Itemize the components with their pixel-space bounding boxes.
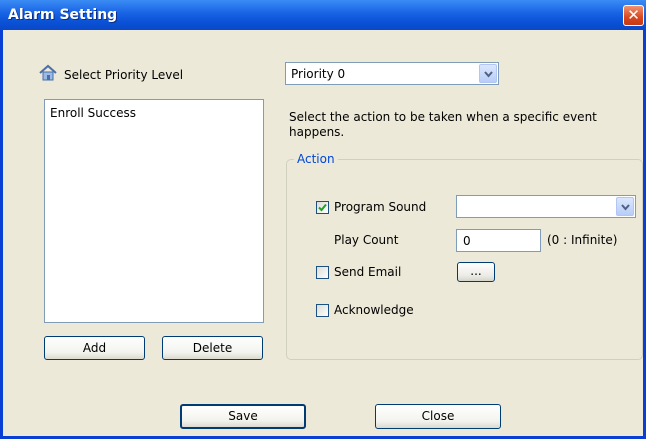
priority-select[interactable]: Priority 0 [285, 62, 499, 85]
close-button[interactable]: Close [375, 404, 501, 429]
checkmark-icon [318, 203, 327, 212]
save-button[interactable]: Save [180, 404, 306, 429]
send-email-checkbox[interactable] [316, 266, 329, 279]
play-count-hint: (0 : Infinite) [547, 233, 618, 247]
priority-select-value: Priority 0 [291, 67, 346, 81]
title-bar[interactable]: Alarm Setting ✕ [0, 0, 646, 30]
delete-button[interactable]: Delete [162, 336, 263, 360]
acknowledge-label: Acknowledge [334, 303, 414, 317]
priority-level-label: Select Priority Level [64, 68, 184, 82]
description-text: Select the action to be taken when a spe… [289, 110, 597, 139]
event-list[interactable]: Enroll Success [44, 99, 264, 323]
chevron-down-icon[interactable] [616, 197, 634, 216]
close-icon[interactable]: ✕ [623, 5, 644, 26]
action-groupbox [286, 159, 643, 360]
program-sound-checkbox[interactable] [316, 201, 329, 214]
house-icon [39, 64, 57, 81]
play-count-input[interactable]: 0 [456, 229, 541, 252]
action-group-label: Action [294, 152, 338, 166]
program-sound-select[interactable] [456, 195, 636, 218]
send-email-label: Send Email [334, 265, 402, 279]
email-settings-button[interactable]: ... [457, 262, 495, 282]
program-sound-label: Program Sound [334, 200, 427, 214]
play-count-value: 0 [463, 234, 471, 248]
chevron-down-icon[interactable] [479, 64, 497, 83]
window-title: Alarm Setting [8, 7, 118, 23]
play-count-label: Play Count [334, 233, 399, 247]
add-button[interactable]: Add [44, 336, 145, 360]
list-item[interactable]: Enroll Success [50, 106, 136, 120]
acknowledge-checkbox[interactable] [316, 304, 329, 317]
